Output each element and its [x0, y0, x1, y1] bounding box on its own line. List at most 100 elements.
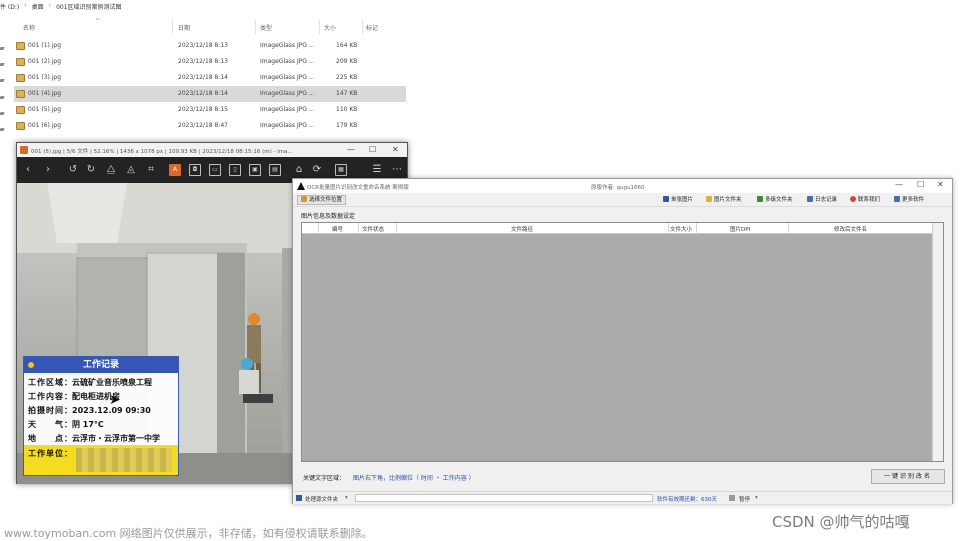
- flip-horizontal-icon[interactable]: ⧋: [105, 164, 117, 176]
- viewer-title-bar[interactable]: 001 (5).jpg | 5/6 文件 | 52.16% | 1436 x 1…: [17, 143, 407, 157]
- select-location-button[interactable]: 选择文件位置: [297, 195, 347, 205]
- file-date: 2023/12/18 8:13: [178, 58, 228, 65]
- column-divider: [358, 223, 359, 234]
- progress-bar: [355, 494, 653, 502]
- column-divider[interactable]: [255, 20, 256, 34]
- maximize-button[interactable]: ☐: [369, 145, 376, 154]
- menu-contact[interactable]: 联系我们: [850, 195, 880, 205]
- menu-multi-folder[interactable]: 多级文件夹: [757, 195, 793, 205]
- file-size: 164 KB: [336, 42, 358, 49]
- folder-icon: [296, 495, 302, 501]
- blurred-work-unit: [76, 448, 172, 472]
- file-name: 001 (5).jpg: [28, 106, 62, 113]
- sort-arrow-icon: ^: [95, 18, 101, 25]
- status-source-folder: 处理源文件夹: [305, 497, 339, 503]
- refresh-icon[interactable]: ⟳: [311, 164, 323, 176]
- rotate-right-icon[interactable]: ↻: [85, 164, 97, 176]
- column-divider: [696, 223, 697, 234]
- menu-image-folder[interactable]: 图片文件夹: [706, 195, 742, 205]
- column-divider[interactable]: [362, 20, 363, 34]
- record-row: 天 气：阴 17°C: [28, 419, 104, 430]
- table-scrollbar[interactable]: [932, 223, 943, 461]
- file-date: 2023/12/18 8:14: [178, 90, 228, 97]
- file-table[interactable]: 编号 文件状态 文件路径 文件大小 图片DPI 修改后文件名: [301, 222, 944, 462]
- file-row[interactable]: 001 (3).jpg 2023/12/18 8:14 ImageGlass J…: [14, 70, 406, 86]
- file-size: 110 KB: [336, 106, 358, 113]
- pause-label[interactable]: 暂停: [739, 495, 750, 503]
- record-key: 工作单位：: [28, 449, 73, 458]
- record-row: 地 点：云浮市・云浮市第一中学: [28, 433, 160, 444]
- column-divider[interactable]: [319, 20, 320, 34]
- ocr-title-bar[interactable]: OCR批量图片识别改文重命名系统 案例版 原版作者: qugu1660 — ☐ …: [293, 179, 952, 193]
- fill-window-icon[interactable]: ▤: [269, 164, 281, 176]
- crop-icon[interactable]: ⌗: [145, 164, 157, 176]
- breadcrumb-item[interactable]: 件 (D:): [0, 2, 19, 12]
- select-location-label: 选择文件位置: [309, 197, 343, 203]
- column-divider: [788, 223, 789, 234]
- column-header-name[interactable]: 名称: [23, 23, 35, 33]
- maximize-button[interactable]: ☐: [917, 180, 924, 189]
- file-type: ImageGlass JPG ...: [260, 58, 315, 65]
- pin-icon: [0, 79, 5, 82]
- keyword-region-value[interactable]: 图片右下角，比例缩位（ 时间 ・ 工作内容 ）: [353, 473, 475, 482]
- breadcrumb-item[interactable]: 001区域识别案例测试图: [56, 2, 121, 12]
- previous-image-icon[interactable]: ‹: [22, 164, 34, 176]
- file-row[interactable]: 001 (6).jpg 2023/12/18 8:47 ImageGlass J…: [14, 118, 406, 134]
- pin-icon: [0, 128, 5, 131]
- menu-label: 联系我们: [858, 197, 881, 203]
- scale-height-icon[interactable]: ▯: [229, 164, 241, 176]
- file-type: ImageGlass JPG ...: [260, 90, 315, 97]
- breadcrumb-item[interactable]: 桌面: [32, 2, 44, 12]
- file-row[interactable]: 001 (2).jpg 2023/12/18 8:13 ImageGlass J…: [14, 54, 406, 70]
- pin-icon: [0, 63, 5, 66]
- scale-width-icon[interactable]: ▭: [209, 164, 221, 176]
- thumbnail-icon[interactable]: ▦: [335, 164, 347, 176]
- file-row-selected[interactable]: 001 (4).jpg 2023/12/18 8:14 ImageGlass J…: [14, 86, 406, 102]
- column-header-tag[interactable]: 标记: [366, 23, 378, 33]
- column-header[interactable]: 图片DPI: [730, 225, 750, 233]
- column-header-date[interactable]: 日期: [178, 23, 190, 33]
- ocr-title: OCR批量图片识别改文重命名系统 案例版: [307, 185, 409, 191]
- pin-icon: [0, 47, 5, 50]
- auto-zoom-icon[interactable]: A: [169, 164, 181, 176]
- more-icon[interactable]: ⋯: [391, 164, 403, 176]
- flip-vertical-icon[interactable]: ◬: [125, 164, 137, 176]
- column-header[interactable]: 文件状态: [362, 225, 384, 233]
- menu-more-software[interactable]: 更多软件: [894, 195, 924, 205]
- menu-icon[interactable]: ☰: [371, 164, 383, 176]
- lock-zoom-icon[interactable]: ◘: [189, 164, 201, 176]
- fit-window-icon[interactable]: ▣: [249, 164, 261, 176]
- file-name: 001 (3).jpg: [28, 74, 62, 81]
- delete-icon[interactable]: ⌂: [293, 164, 305, 176]
- column-header[interactable]: 文件大小: [670, 225, 692, 233]
- watermark-right: CSDN @帅气的咕嘎: [772, 513, 910, 531]
- ocr-author: 原版作者: qugu1660: [591, 185, 645, 191]
- one-click-rename-button[interactable]: 一键识别改名: [871, 469, 945, 484]
- column-header[interactable]: 文件路径: [511, 225, 533, 233]
- column-header[interactable]: 编号: [332, 225, 343, 233]
- minimize-button[interactable]: —: [895, 180, 903, 189]
- menu-label: 单张图片: [671, 197, 694, 203]
- menu-log[interactable]: 日志记录: [807, 195, 837, 205]
- column-header-type[interactable]: 类型: [260, 23, 272, 33]
- menu-single-image[interactable]: 单张图片: [663, 195, 693, 205]
- column-divider[interactable]: [172, 20, 173, 34]
- close-button[interactable]: ✕: [937, 180, 944, 189]
- next-image-icon[interactable]: ›: [42, 164, 54, 176]
- record-row: 拍摄时间：2023.12.09 09:30: [28, 405, 151, 416]
- rotate-left-icon[interactable]: ↺: [67, 164, 79, 176]
- column-header[interactable]: 修改后文件名: [834, 225, 867, 233]
- menu-label: 更多软件: [902, 197, 925, 203]
- file-row[interactable]: 001 (5).jpg 2023/12/18 8:15 ImageGlass J…: [14, 102, 406, 118]
- log-icon: [807, 196, 813, 202]
- column-header-size[interactable]: 大小: [324, 23, 336, 33]
- work-record-title: 工作记录: [24, 357, 178, 373]
- close-button[interactable]: ✕: [392, 145, 399, 154]
- minimize-button[interactable]: —: [347, 145, 355, 154]
- dropdown-icon[interactable]: ▾: [345, 495, 348, 501]
- record-key: 拍摄时间：: [28, 406, 73, 415]
- dropdown-icon[interactable]: ▾: [755, 495, 758, 501]
- file-type: ImageGlass JPG ...: [260, 42, 315, 49]
- image-file-icon: [16, 74, 25, 82]
- file-row[interactable]: 001 (1).jpg 2023/12/18 8:13 ImageGlass J…: [14, 38, 406, 54]
